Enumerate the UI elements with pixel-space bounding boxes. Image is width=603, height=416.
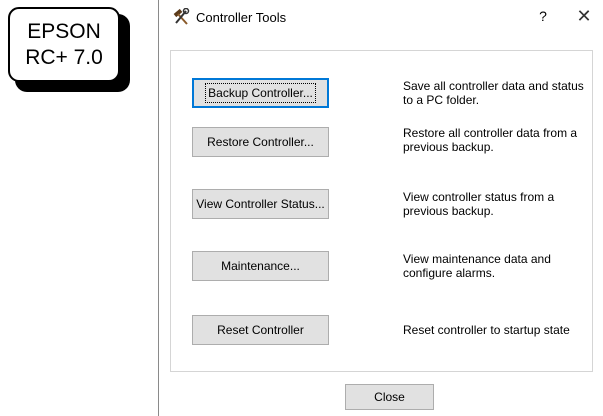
close-button-label: Close (374, 390, 405, 404)
controller-tools-dialog: Controller Tools ? ✕ Backup Controller..… (158, 0, 603, 416)
help-button[interactable]: ? (535, 8, 551, 24)
close-button[interactable]: Close (345, 384, 434, 410)
restore-controller-label: Restore Controller... (207, 135, 314, 149)
backup-controller-label: Backup Controller... (205, 83, 316, 103)
restore-controller-description: Restore all controller data from a previ… (403, 126, 578, 154)
badge-line-2: RC+ 7.0 (25, 46, 103, 69)
view-controller-status-button[interactable]: View Controller Status... (192, 189, 329, 219)
maintenance-label: Maintenance... (221, 259, 300, 273)
close-window-button[interactable]: ✕ (574, 6, 594, 27)
view-controller-status-label: View Controller Status... (196, 197, 325, 211)
reset-controller-label: Reset Controller (217, 323, 304, 337)
reset-controller-button[interactable]: Reset Controller (192, 315, 329, 345)
reset-controller-description: Reset controller to startup state (403, 323, 570, 337)
backup-controller-description: Save all controller data and status to a… (403, 79, 584, 107)
maintenance-description: View maintenance data and configure alar… (403, 252, 551, 280)
restore-controller-button[interactable]: Restore Controller... (192, 127, 329, 157)
tools-icon (173, 8, 190, 25)
window-title: Controller Tools (196, 10, 287, 25)
badge-line-1: EPSON (27, 20, 101, 43)
backup-controller-button[interactable]: Backup Controller... (192, 78, 329, 108)
epson-badge: EPSON RC+ 7.0 (8, 7, 120, 82)
title-bar[interactable]: Controller Tools ? ✕ (159, 0, 603, 34)
maintenance-button[interactable]: Maintenance... (192, 251, 329, 281)
tools-group: Backup Controller... Save all controller… (170, 50, 593, 372)
view-controller-status-description: View controller status from a previous b… (403, 190, 555, 218)
